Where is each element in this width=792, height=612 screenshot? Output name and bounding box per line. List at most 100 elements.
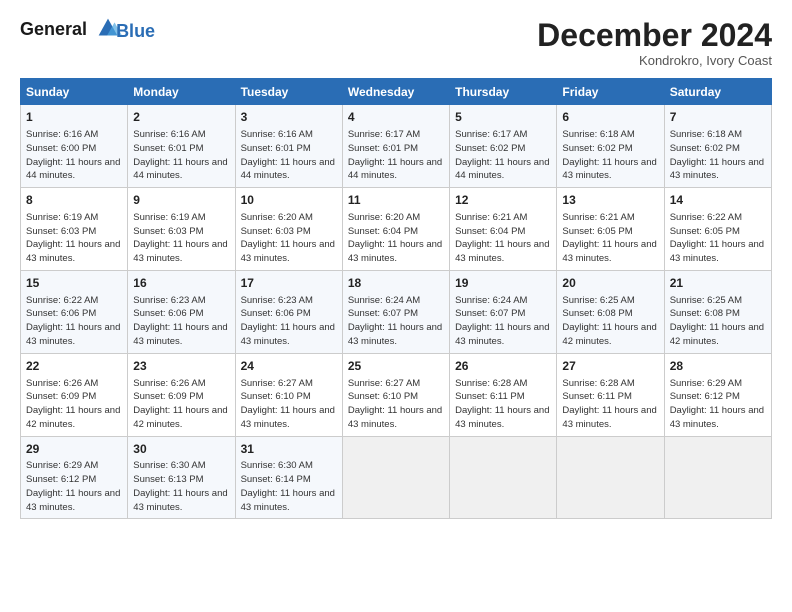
day-number: 30 <box>133 441 229 458</box>
col-header-sunday: Sunday <box>21 79 128 105</box>
col-header-tuesday: Tuesday <box>235 79 342 105</box>
day-cell <box>557 436 664 519</box>
week-row-5: 29Sunrise: 6:29 AMSunset: 6:12 PMDayligh… <box>21 436 772 519</box>
day-info: Sunrise: 6:27 AMSunset: 6:10 PMDaylight:… <box>241 377 337 432</box>
day-number: 7 <box>670 109 766 126</box>
day-info: Sunrise: 6:16 AMSunset: 6:01 PMDaylight:… <box>133 128 229 183</box>
week-row-4: 22 Sunrise: 6:26 AMSunset: 6:09 PMDayligh… <box>21 353 772 436</box>
day-cell: 22 Sunrise: 6:26 AMSunset: 6:09 PMDayligh… <box>21 353 128 436</box>
day-info: Sunrise: 6:24 AMSunset: 6:07 PMDaylight:… <box>348 294 444 349</box>
col-header-thursday: Thursday <box>450 79 557 105</box>
day-info: Sunrise: 6:22 AMSunset: 6:06 PMDaylight:… <box>26 294 122 349</box>
day-cell: 23 Sunrise: 6:26 AMSunset: 6:09 PMDayligh… <box>128 353 235 436</box>
day-number: 1 <box>26 109 122 126</box>
day-number: 14 <box>670 192 766 209</box>
day-info: Sunrise: 6:21 AMSunset: 6:04 PMDaylight:… <box>455 211 551 266</box>
day-cell: 11 Sunrise: 6:20 AMSunset: 6:04 PMDayligh… <box>342 188 449 271</box>
day-cell <box>664 436 771 519</box>
day-info: Sunrise: 6:25 AMSunset: 6:08 PMDaylight:… <box>562 294 658 349</box>
day-info: Sunrise: 6:29 AMSunset: 6:12 PMDaylight:… <box>670 377 766 432</box>
day-cell: 8 Sunrise: 6:19 AMSunset: 6:03 PMDaylight… <box>21 188 128 271</box>
day-number: 27 <box>562 358 658 375</box>
day-info: Sunrise: 6:20 AMSunset: 6:04 PMDaylight:… <box>348 211 444 266</box>
day-cell: 24Sunrise: 6:27 AMSunset: 6:10 PMDayligh… <box>235 353 342 436</box>
day-info: Sunrise: 6:24 AMSunset: 6:07 PMDaylight:… <box>455 294 551 349</box>
day-info: Sunrise: 6:16 AMSunset: 6:00 PMDaylight:… <box>26 128 122 183</box>
day-cell <box>342 436 449 519</box>
day-number: 5 <box>455 109 551 126</box>
day-cell: 21 Sunrise: 6:25 AMSunset: 6:08 PMDayligh… <box>664 270 771 353</box>
page: General Blue December 2024 Kondrokro, Iv… <box>0 0 792 529</box>
day-number: 21 <box>670 275 766 292</box>
day-cell: 20Sunrise: 6:25 AMSunset: 6:08 PMDayligh… <box>557 270 664 353</box>
header-row: SundayMondayTuesdayWednesdayThursdayFrid… <box>21 79 772 105</box>
title-block: December 2024 Kondrokro, Ivory Coast <box>537 18 772 68</box>
day-number: 6 <box>562 109 658 126</box>
day-info: Sunrise: 6:23 AMSunset: 6:06 PMDaylight:… <box>133 294 229 349</box>
day-number: 19 <box>455 275 551 292</box>
day-info: Sunrise: 6:17 AMSunset: 6:02 PMDaylight:… <box>455 128 551 183</box>
day-info: Sunrise: 6:30 AMSunset: 6:14 PMDaylight:… <box>241 459 337 514</box>
day-info: Sunrise: 6:26 AMSunset: 6:09 PMDaylight:… <box>26 377 122 432</box>
day-info: Sunrise: 6:27 AMSunset: 6:10 PMDaylight:… <box>348 377 444 432</box>
day-info: Sunrise: 6:26 AMSunset: 6:09 PMDaylight:… <box>133 377 229 432</box>
day-cell: 5 Sunrise: 6:17 AMSunset: 6:02 PMDaylight… <box>450 105 557 188</box>
col-header-saturday: Saturday <box>664 79 771 105</box>
day-cell: 17 Sunrise: 6:23 AMSunset: 6:06 PMDayligh… <box>235 270 342 353</box>
day-cell: 19 Sunrise: 6:24 AMSunset: 6:07 PMDayligh… <box>450 270 557 353</box>
month-title: December 2024 <box>537 18 772 53</box>
day-number: 28 <box>670 358 766 375</box>
day-info: Sunrise: 6:19 AMSunset: 6:03 PMDaylight:… <box>26 211 122 266</box>
day-info: Sunrise: 6:21 AMSunset: 6:05 PMDaylight:… <box>562 211 658 266</box>
day-cell: 9 Sunrise: 6:19 AMSunset: 6:03 PMDaylight… <box>128 188 235 271</box>
day-cell: 30Sunrise: 6:30 AMSunset: 6:13 PMDayligh… <box>128 436 235 519</box>
day-info: Sunrise: 6:22 AMSunset: 6:05 PMDaylight:… <box>670 211 766 266</box>
day-info: Sunrise: 6:25 AMSunset: 6:08 PMDaylight:… <box>670 294 766 349</box>
col-header-monday: Monday <box>128 79 235 105</box>
day-cell: 7 Sunrise: 6:18 AMSunset: 6:02 PMDaylight… <box>664 105 771 188</box>
day-info: Sunrise: 6:30 AMSunset: 6:13 PMDaylight:… <box>133 459 229 514</box>
day-cell: 15 Sunrise: 6:22 AMSunset: 6:06 PMDayligh… <box>21 270 128 353</box>
day-number: 22 <box>26 358 122 375</box>
logo-general: General <box>20 19 87 39</box>
day-cell: 26 Sunrise: 6:28 AMSunset: 6:11 PMDayligh… <box>450 353 557 436</box>
subtitle: Kondrokro, Ivory Coast <box>537 53 772 68</box>
week-row-1: 1 Sunrise: 6:16 AMSunset: 6:00 PMDaylight… <box>21 105 772 188</box>
day-cell: 25 Sunrise: 6:27 AMSunset: 6:10 PMDayligh… <box>342 353 449 436</box>
day-info: Sunrise: 6:16 AMSunset: 6:01 PMDaylight:… <box>241 128 337 183</box>
day-cell: 28 Sunrise: 6:29 AMSunset: 6:12 PMDayligh… <box>664 353 771 436</box>
day-cell: 1 Sunrise: 6:16 AMSunset: 6:00 PMDaylight… <box>21 105 128 188</box>
day-number: 4 <box>348 109 444 126</box>
day-info: Sunrise: 6:18 AMSunset: 6:02 PMDaylight:… <box>670 128 766 183</box>
day-number: 31 <box>241 441 337 458</box>
day-number: 18 <box>348 275 444 292</box>
week-row-2: 8 Sunrise: 6:19 AMSunset: 6:03 PMDaylight… <box>21 188 772 271</box>
day-info: Sunrise: 6:23 AMSunset: 6:06 PMDaylight:… <box>241 294 337 349</box>
logo-blue: Blue <box>116 21 155 42</box>
day-info: Sunrise: 6:29 AMSunset: 6:12 PMDaylight:… <box>26 459 122 514</box>
day-number: 8 <box>26 192 122 209</box>
day-number: 11 <box>348 192 444 209</box>
day-number: 16 <box>133 275 229 292</box>
day-number: 17 <box>241 275 337 292</box>
header: General Blue December 2024 Kondrokro, Iv… <box>20 18 772 68</box>
day-number: 25 <box>348 358 444 375</box>
day-cell: 10Sunrise: 6:20 AMSunset: 6:03 PMDayligh… <box>235 188 342 271</box>
day-number: 12 <box>455 192 551 209</box>
day-cell <box>450 436 557 519</box>
day-number: 15 <box>26 275 122 292</box>
col-header-friday: Friday <box>557 79 664 105</box>
week-row-3: 15 Sunrise: 6:22 AMSunset: 6:06 PMDayligh… <box>21 270 772 353</box>
day-number: 13 <box>562 192 658 209</box>
day-cell: 29Sunrise: 6:29 AMSunset: 6:12 PMDayligh… <box>21 436 128 519</box>
day-info: Sunrise: 6:18 AMSunset: 6:02 PMDaylight:… <box>562 128 658 183</box>
day-info: Sunrise: 6:20 AMSunset: 6:03 PMDaylight:… <box>241 211 337 266</box>
day-cell: 27Sunrise: 6:28 AMSunset: 6:11 PMDayligh… <box>557 353 664 436</box>
calendar-table: SundayMondayTuesdayWednesdayThursdayFrid… <box>20 78 772 519</box>
day-info: Sunrise: 6:19 AMSunset: 6:03 PMDaylight:… <box>133 211 229 266</box>
day-number: 2 <box>133 109 229 126</box>
day-info: Sunrise: 6:28 AMSunset: 6:11 PMDaylight:… <box>455 377 551 432</box>
day-number: 26 <box>455 358 551 375</box>
day-number: 9 <box>133 192 229 209</box>
day-number: 23 <box>133 358 229 375</box>
